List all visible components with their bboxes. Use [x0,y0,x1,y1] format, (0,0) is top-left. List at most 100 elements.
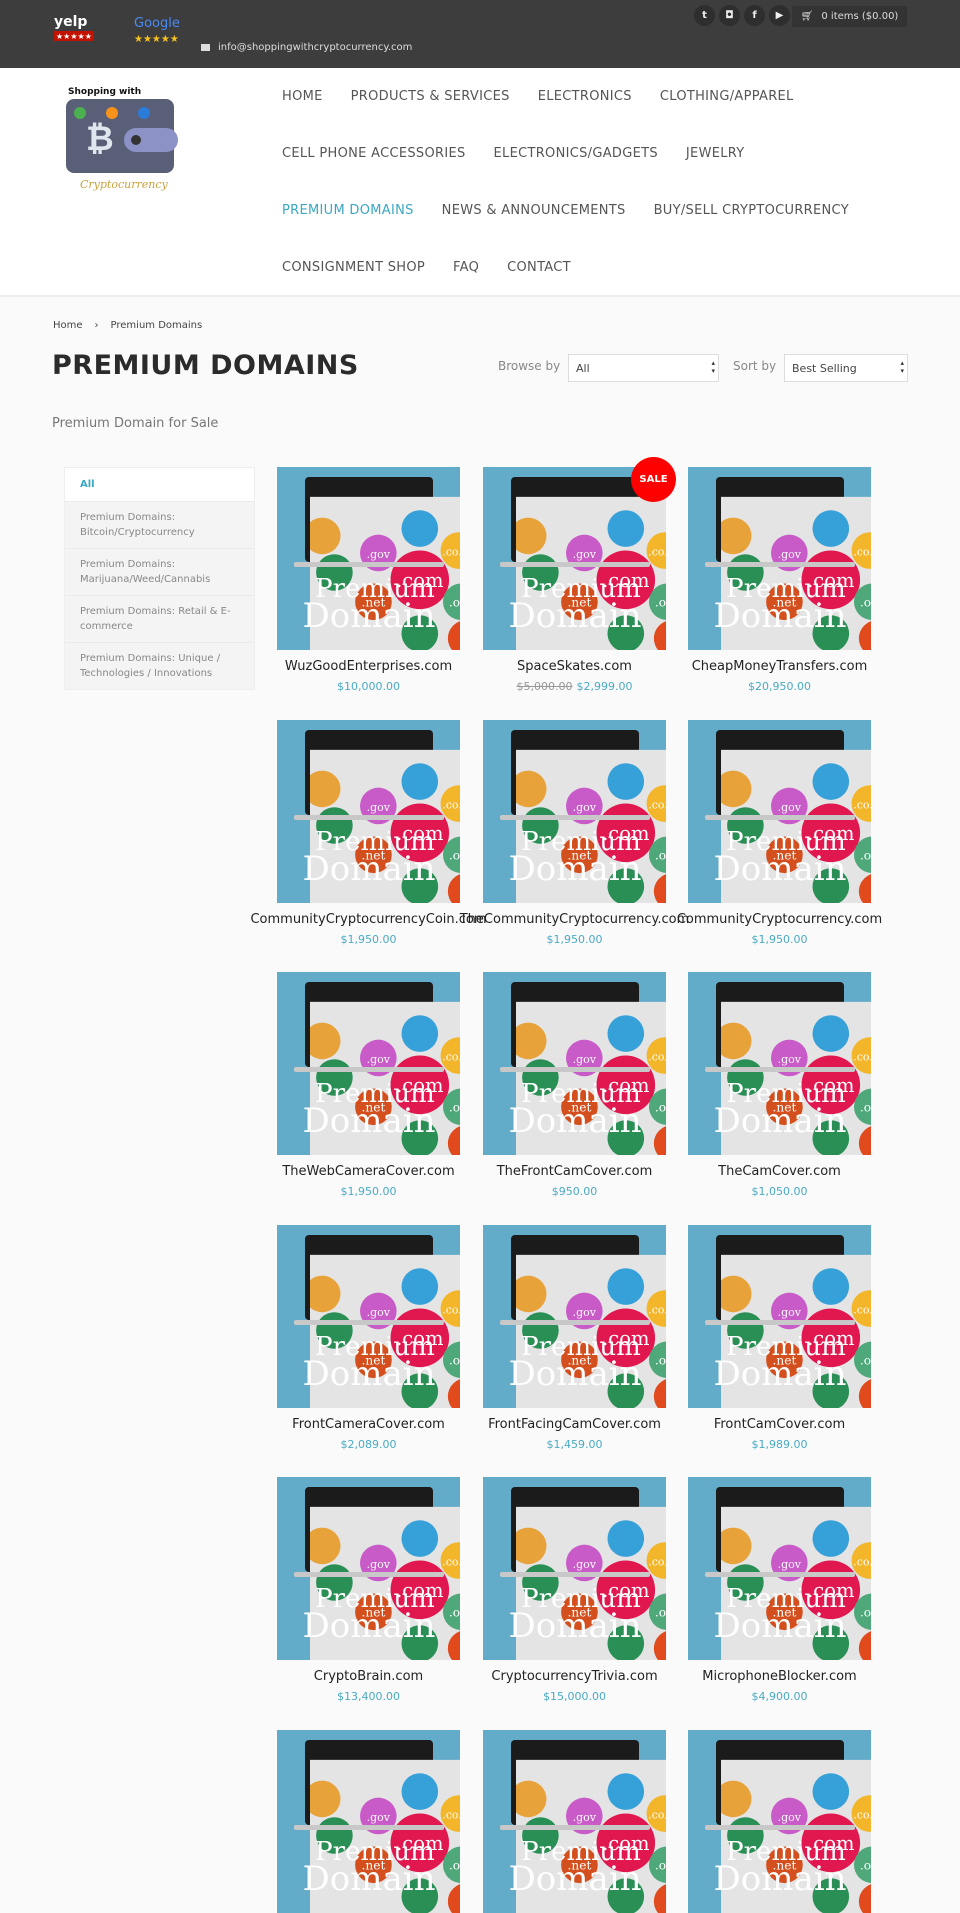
product-name[interactable]: CryptocurrencyTrivia.com [491,1669,657,1684]
product-name[interactable]: FrontCameraCover.com [292,1417,445,1432]
svg-text:.gov: .gov [367,800,391,813]
product-image[interactable]: .com .net .org .gov .co.uk Premium Domai… [483,1729,666,1913]
product-price: $4,900.00 [688,1690,871,1703]
nav-item[interactable]: BUY/SELL CRYPTOCURRENCY [640,182,863,239]
product-card[interactable]: .com .net .org .gov .co.uk Premium Domai… [277,1224,460,1451]
sort-by-select[interactable]: Best Selling [784,354,908,382]
nav-item[interactable]: CELL PHONE ACCESSORIES [268,125,480,182]
product-card[interactable]: .com .net .org .gov .co.uk Premium Domai… [483,1729,666,1913]
breadcrumb-home[interactable]: Home [53,320,83,331]
svg-text:.gov: .gov [778,548,802,561]
product-card[interactable]: .com .net .org .gov .co.uk Premium Domai… [688,1477,871,1703]
svg-text:.co.uk: .co.uk [853,1808,871,1821]
svg-text:★★★★★: ★★★★★ [134,34,179,45]
product-name[interactable]: FrontCamCover.com [714,1417,845,1432]
product-card[interactable]: .com .net .org .gov .co.uk Premium Domai… [277,1477,460,1703]
nav-item[interactable]: JEWELRY [672,125,759,182]
product-name[interactable]: TheCommunityCryptocurrency.com [460,912,690,927]
product-card[interactable]: .com .net .org .gov .co.uk Premium Domai… [277,467,460,693]
sidebar-category[interactable]: Premium Domains: Bitcoin/Cryptocurrency [65,501,254,548]
sidebar-category[interactable]: Premium Domains: Retail & E-commerce [65,595,254,642]
cart-button[interactable]: 🛒︎ 0 items ($0.00) [792,6,907,27]
svg-text:Domain: Domain [302,849,435,889]
nav-item[interactable]: CONTACT [493,239,585,296]
svg-text:.gov: .gov [778,1053,802,1066]
nav-item[interactable]: PREMIUM DOMAINS [268,182,428,239]
product-image[interactable]: .com .net .org .gov .co.uk Premium Domai… [483,972,666,1155]
sidebar-category[interactable]: All [65,468,254,501]
product-card[interactable]: .com .net .org .gov .co.uk Premium Domai… [250,719,487,946]
product-name[interactable]: CommunityCryptocurrencyCoin.com [250,912,486,927]
email-link[interactable]: info@shoppingwithcryptocurrency.com [201,42,412,53]
nav-item[interactable]: FAQ [439,239,493,296]
facebook-icon[interactable]: f [744,5,765,26]
product-image[interactable]: .com .net .org .gov .co.uk Premium Domai… [277,467,460,650]
product-name[interactable]: CommunityCryptocurrency.com [677,912,882,927]
product-price: $20,950.00 [688,680,871,693]
product-name[interactable]: TheWebCameraCover.com [282,1164,454,1179]
nav-item[interactable]: ELECTRONICS [524,68,646,125]
twitter-icon[interactable]: t [694,5,715,26]
product-card[interactable]: .com .net .org .gov .co.uk Premium Domai… [460,719,689,946]
product-image[interactable]: .com .net .org .gov .co.uk Premium Domai… [277,972,460,1155]
current-price: $1,950.00 [546,932,603,946]
nav-item[interactable]: CONSIGNMENT SHOP [268,239,439,296]
product-image[interactable]: .com .net .org .gov .co.uk Premium Domai… [277,1477,460,1660]
product-image[interactable]: .com .net .org .gov .co.uk Premium Domai… [483,1224,666,1408]
product-image[interactable]: .com .net .org .gov .co.uk Premium Domai… [688,1729,871,1913]
product-image[interactable]: .com .net .org .gov .co.uk Premium Domai… [688,1224,871,1408]
product-name[interactable]: TheCamCover.com [718,1164,841,1179]
nav-item[interactable]: NEWS & ANNOUNCEMENTS [428,182,640,239]
svg-text:Domain: Domain [713,596,846,636]
youtube-icon[interactable]: ▶ [769,5,790,26]
product-image[interactable]: .com .net .org .gov .co.uk Premium Domai… [483,1477,666,1660]
product-name[interactable]: FrontFacingCamCover.com [488,1417,661,1432]
svg-text:.gov: .gov [573,1810,597,1823]
product-image[interactable]: .com .net .org .gov .co.uk Premium Domai… [277,1224,460,1408]
product-card[interactable]: .com .net .org .gov .co.uk Premium Domai… [688,467,871,693]
product-card[interactable]: .com .net .org .gov .co.uk Premium Domai… [277,972,460,1198]
svg-text:.org: .org [655,848,666,862]
envelope-icon [201,44,210,51]
browse-by-select[interactable]: All [568,354,719,382]
nav-item[interactable]: PRODUCTS & SERVICES [337,68,524,125]
product-image[interactable]: .com .net .org .gov .co.uk Premium Domai… [688,972,871,1155]
product-name[interactable]: TheFrontCamCover.com [497,1164,653,1179]
current-price: $1,050.00 [751,1185,808,1198]
site-logo[interactable]: Shopping with ₿ Cryptocurrency [66,84,178,192]
nav-item[interactable]: ELECTRONICS/GADGETS [480,125,672,182]
product-image[interactable]: .com .net .org .gov .co.uk Premium Domai… [688,719,871,903]
product-card[interactable]: .com .net .org .gov .co.uk Premium Domai… [688,1224,871,1451]
product-name[interactable]: CheapMoneyTransfers.com [692,659,868,674]
svg-text:.co.uk: .co.uk [648,545,666,558]
product-card[interactable]: .com .net .org .gov .co.uk Premium Domai… [677,719,882,946]
svg-text:Domain: Domain [508,1859,641,1899]
yelp-rating-logo[interactable]: yelp ★★★★★ [54,12,102,46]
sidebar-category[interactable]: Premium Domains: Unique / Technologies /… [65,642,254,689]
svg-text:Domain: Domain [302,1101,435,1141]
product-card[interactable]: .com .net .org .gov .co.uk Premium Domai… [483,972,666,1198]
product-image[interactable]: .com .net .org .gov .co.uk Premium Domai… [277,719,460,903]
nav-item[interactable]: CLOTHING/APPAREL [646,68,808,125]
product-card[interactable]: .com .net .org .gov .co.uk Premium Domai… [688,972,871,1198]
nav-item[interactable]: HOME [268,68,337,125]
product-name[interactable]: SpaceSkates.com [517,659,632,674]
instagram-icon[interactable]: ◘ [719,5,740,26]
sidebar-category[interactable]: Premium Domains: Marijuana/Weed/Cannabis [65,548,254,595]
product-card[interactable]: .com .net .org .gov .co.uk Premium Domai… [483,457,676,693]
product-image[interactable]: .com .net .org .gov .co.uk Premium Domai… [688,467,871,650]
main-nav: HOME PRODUCTS & SERVICES ELECTRONICS CLOTHI… [268,68,908,296]
product-name[interactable]: WuzGoodEnterprises.com [285,659,452,674]
product-image[interactable]: .com .net .org .gov .co.uk Premium Domai… [688,1477,871,1660]
product-card[interactable]: .com .net .org .gov .co.uk Premium Domai… [483,1224,666,1451]
product-name[interactable]: MicrophoneBlocker.com [702,1669,856,1684]
google-rating-logo[interactable]: Google ★★★★★ [132,14,184,46]
product-image[interactable]: .com .net .org .gov .co.uk Premium Domai… [483,719,666,903]
product-image[interactable]: .com .net .org .gov .co.uk Premium Domai… [277,1729,460,1913]
product-name[interactable]: CryptoBrain.com [314,1669,423,1684]
product-card[interactable]: .com .net .org .gov .co.uk Premium Domai… [483,1477,666,1703]
svg-text:.co.uk: .co.uk [648,1808,666,1821]
svg-text:.gov: .gov [573,1305,597,1318]
product-card[interactable]: .com .net .org .gov .co.uk Premium Domai… [277,1729,460,1913]
product-card[interactable]: .com .net .org .gov .co.uk Premium Domai… [688,1729,871,1913]
